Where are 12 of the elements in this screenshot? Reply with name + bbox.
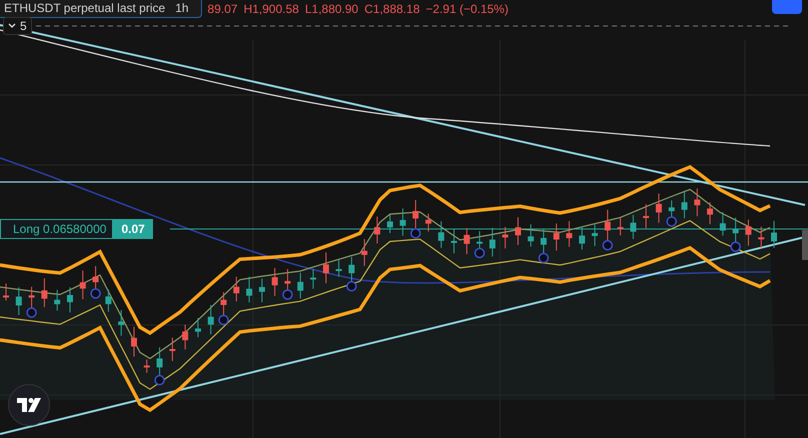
ohlc-value: C1,888.18 (364, 2, 420, 16)
position-label[interactable]: Long 0.06580000 (0, 219, 114, 239)
square-button[interactable] (772, 0, 802, 14)
scrollbar[interactable] (802, 230, 808, 260)
symbol-title[interactable]: ETHUSDT perpetual last price 1h (0, 0, 202, 18)
chevron-icon (8, 23, 16, 29)
ohlc-value: L1,880.90 (304, 2, 358, 16)
indicator-toggle-button[interactable]: 5 (3, 17, 32, 35)
ohlc-value: 89.07 (208, 2, 238, 16)
ohlc-value: H1,900.58 (244, 2, 299, 16)
logo-icon[interactable] (8, 384, 50, 426)
ohlc-value: −2.91 (−0.15%) (426, 2, 508, 16)
